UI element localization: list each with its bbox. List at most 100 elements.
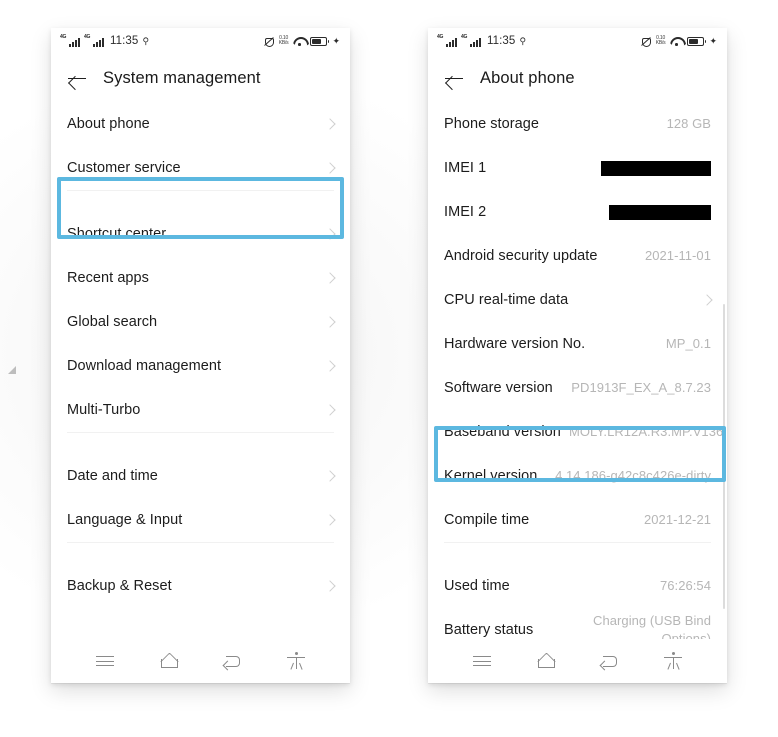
status-bar-right: 11:35 ⚲ 0.10KB/s ✦ [428, 28, 727, 54]
status-bar-left-group: 11:35 ⚲ [437, 35, 527, 48]
phone-screenshot-left: 11:35 ⚲ 0.10KB/s ✦ System management Abo… [51, 28, 350, 683]
list-item-recent-apps[interactable]: Recent apps [51, 256, 350, 300]
chevron-right-icon [324, 470, 336, 482]
mute-icon [641, 36, 651, 47]
back-arrow-icon[interactable] [444, 68, 464, 88]
list-item-label: Used time [444, 578, 510, 594]
back-icon[interactable] [598, 650, 620, 672]
wifi-icon [293, 37, 305, 46]
list-item-value: 2021-12-21 [644, 512, 711, 528]
section-divider [51, 432, 350, 454]
list-item-label: Baseband version [444, 424, 561, 440]
list-item-about-phone[interactable]: About phone [51, 102, 350, 146]
list-item-value: 4.14.186-g42c8c426e-dirty [555, 468, 711, 484]
list-item-label: Software version [444, 380, 553, 396]
list-item-kernel-version[interactable]: Kernel version 4.14.186-g42c8c426e-dirty [428, 454, 727, 498]
menu-icon[interactable] [94, 650, 116, 672]
corner-marker-triangle [8, 366, 16, 374]
chevron-right-icon [324, 360, 336, 372]
list-item-compile-time[interactable]: Compile time 2021-12-21 [428, 498, 727, 542]
status-bar-right-group: 0.10 KB/s ✦ [264, 35, 340, 47]
list-item-shortcut-center[interactable]: Shortcut center [51, 212, 350, 256]
list-item-label: Customer service [67, 160, 181, 176]
list-item-label: Kernel version [444, 468, 538, 484]
list-item-label: Android security update [444, 248, 598, 264]
list-item-label: Date and time [67, 468, 158, 484]
wifi-icon [670, 37, 682, 46]
list-item-value: MP_0.1 [665, 336, 711, 352]
mute-icon [264, 36, 274, 47]
list-item-customer-service[interactable]: Customer service [51, 146, 350, 190]
settings-list-left: About phone Customer service Shortcut ce… [51, 102, 350, 608]
list-item-value: 128 GB [666, 116, 711, 132]
section-divider [428, 542, 727, 564]
phone-screenshot-right: 11:35 ⚲ 0.10KB/s ✦ About phone Phone sto… [428, 28, 727, 683]
battery-icon [310, 36, 330, 46]
list-item-used-time[interactable]: Used time 76:26:54 [428, 564, 727, 608]
imei-1-redaction-bar [601, 160, 711, 176]
list-item-hardware-version[interactable]: Hardware version No. MP_0.1 [428, 322, 727, 366]
menu-icon[interactable] [471, 650, 493, 672]
status-bar-left: 11:35 ⚲ 0.10KB/s ✦ [51, 28, 350, 54]
back-arrow-icon[interactable] [67, 68, 87, 88]
list-item-label: Hardware version No. [444, 336, 586, 352]
list-item-imei-2[interactable]: IMEI 2 [428, 190, 727, 234]
list-item-android-security-update[interactable]: Android security update 2021-11-01 [428, 234, 727, 278]
page-title: About phone [480, 68, 575, 87]
location-icon: ⚲ [519, 35, 527, 46]
chevron-right-icon [324, 162, 336, 174]
charging-bolt-icon: ✦ [709, 35, 717, 46]
list-item-language-and-input[interactable]: Language & Input [51, 498, 350, 542]
navigation-bar-left [51, 639, 350, 683]
status-bar-time: 11:35 [487, 35, 516, 47]
list-item-label: Battery status [444, 622, 534, 638]
signal-4g-sim1-icon [437, 35, 457, 47]
status-bar-time: 11:35 [110, 35, 139, 47]
list-item-multi-turbo[interactable]: Multi-Turbo [51, 388, 350, 432]
scrollbar[interactable] [722, 304, 725, 609]
page-title: System management [103, 68, 261, 87]
list-item-baseband-version[interactable]: Baseband version MOLY.LR12A.R3.MP.V136.6… [428, 410, 727, 454]
chevron-right-icon [701, 294, 713, 306]
list-item-label: Compile time [444, 512, 530, 528]
home-icon[interactable] [158, 650, 180, 672]
chevron-right-icon [324, 514, 336, 526]
list-item-label: Backup & Reset [67, 578, 172, 594]
chevron-right-icon [324, 118, 336, 130]
app-bar-right: About phone [428, 54, 727, 102]
chevron-right-icon [324, 316, 336, 328]
accessibility-icon[interactable] [285, 650, 307, 672]
list-item-label: IMEI 2 [444, 204, 487, 220]
section-divider [51, 190, 350, 212]
list-item-value: PD1913F_EX_A_8.7.23 [571, 380, 711, 396]
imei-2-redaction-bar [609, 204, 711, 220]
signal-4g-sim2-icon [84, 35, 104, 47]
list-item-imei-1[interactable]: IMEI 1 [428, 146, 727, 190]
accessibility-icon[interactable] [662, 650, 684, 672]
list-item-download-management[interactable]: Download management [51, 344, 350, 388]
list-item-value: 76:26:54 [659, 578, 711, 594]
list-item-label: Language & Input [67, 512, 183, 528]
section-divider [51, 542, 350, 564]
chevron-right-icon [324, 228, 336, 240]
list-item-global-search[interactable]: Global search [51, 300, 350, 344]
list-item-value: 2021-11-01 [644, 248, 711, 264]
app-bar-left: System management [51, 54, 350, 102]
chevron-right-icon [324, 404, 336, 416]
signal-4g-sim1-icon [60, 35, 80, 47]
list-item-software-version[interactable]: Software version PD1913F_EX_A_8.7.23 [428, 366, 727, 410]
list-item-label: Multi-Turbo [67, 402, 141, 418]
list-item-date-and-time[interactable]: Date and time [51, 454, 350, 498]
home-icon[interactable] [535, 650, 557, 672]
list-item-phone-storage[interactable]: Phone storage 128 GB [428, 102, 727, 146]
navigation-bar-right [428, 639, 727, 683]
list-item-label: CPU real-time data [444, 292, 569, 308]
back-icon[interactable] [221, 650, 243, 672]
signal-4g-sim2-icon [461, 35, 481, 47]
list-item-label: Recent apps [67, 270, 149, 286]
list-item-label: Download management [67, 358, 222, 374]
status-bar-left-group: 11:35 ⚲ [60, 35, 149, 48]
list-item-cpu-real-time-data[interactable]: CPU real-time data [428, 278, 727, 322]
list-item-backup-and-reset[interactable]: Backup & Reset [51, 564, 350, 608]
list-item-label: Shortcut center [67, 226, 167, 242]
